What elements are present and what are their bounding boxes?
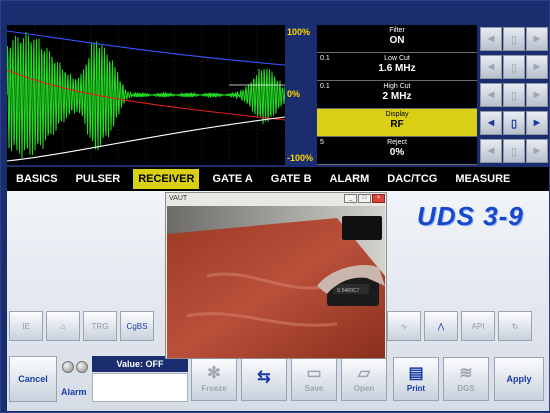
cancel-button[interactable]: Cancel (9, 356, 57, 402)
swap-button[interactable]: ⇆ (241, 357, 287, 401)
save-icon: ▭ (306, 364, 322, 382)
menu-gate-a[interactable]: GATE A (207, 169, 257, 189)
rotate-icon[interactable]: ↻ (498, 311, 532, 341)
maximize-button[interactable]: □ (358, 194, 371, 203)
increase-button[interactable]: ► (526, 27, 548, 51)
vaut-video-window[interactable]: VAUT _ □ × S 5480C7 (165, 192, 387, 359)
vaut-title: VAUT (169, 195, 188, 202)
step-button[interactable]: ▯ (503, 27, 525, 51)
param-step: 5 (320, 139, 324, 146)
param-reject[interactable]: 5 Reject 0% (317, 137, 477, 165)
step-button[interactable]: ▯ (503, 83, 525, 107)
adjust-row-filter: ◄ ▯ ► (479, 25, 549, 53)
param-step: 0.1 (320, 83, 330, 90)
menu-basics[interactable]: BASICS (11, 169, 63, 189)
open-button[interactable]: ▱ Open (341, 357, 387, 401)
camera-feed: S 5480C7 (167, 206, 385, 358)
decrease-button[interactable]: ◄ (480, 139, 502, 163)
menu-dac-tcg[interactable]: DAC/TCG (382, 169, 442, 189)
menu-bar: BASICS PULSER RECEIVER GATE A GATE B ALA… (7, 167, 549, 191)
decrease-button[interactable]: ◄ (480, 111, 502, 135)
menu-measure[interactable]: MEASURE (450, 169, 515, 189)
background-device (342, 216, 382, 240)
increase-button[interactable]: ► (526, 139, 548, 163)
scale-top-label: 100% (287, 27, 311, 37)
app-window: 100% 0% -100% Filter ON 0.1 Low Cut 1.6 … (0, 0, 550, 413)
freeze-button[interactable]: ✻ Freeze (191, 357, 237, 401)
step-button[interactable]: ▯ (503, 139, 525, 163)
minimize-button[interactable]: _ (344, 194, 357, 203)
increase-button[interactable]: ► (526, 111, 548, 135)
save-label: Save (304, 383, 324, 393)
alarm-led-2 (76, 361, 88, 373)
snowflake-icon: ✻ (207, 364, 221, 382)
waveform-icon[interactable]: ∿ (387, 311, 421, 341)
decrease-button[interactable]: ◄ (480, 55, 502, 79)
scale-bottom-label: -100% (287, 153, 314, 163)
decrease-button[interactable]: ◄ (480, 27, 502, 51)
alarm-label: Alarm (61, 387, 87, 397)
ie-button[interactable]: IE (9, 311, 43, 341)
freeze-label: Freeze (201, 383, 227, 393)
print-button[interactable]: ▤ Print (393, 357, 439, 401)
close-button[interactable]: × (372, 194, 385, 203)
api-button[interactable]: API (461, 311, 495, 341)
param-label: Reject (387, 139, 407, 146)
parameter-panel: Filter ON 0.1 Low Cut 1.6 MHz 0.1 High C… (317, 25, 477, 165)
ascan-display[interactable] (7, 25, 285, 165)
scale-mid-label: 0% (287, 89, 301, 99)
apply-button[interactable]: Apply (494, 357, 544, 401)
product-logo: UDS 3-9 (417, 201, 524, 231)
dgs-label: DGS (457, 383, 475, 393)
param-label: Display (385, 111, 409, 118)
step-button[interactable]: ▯ (503, 55, 525, 79)
folder-icon: ▱ (357, 364, 371, 382)
param-high-cut[interactable]: 0.1 High Cut 2 MHz (317, 81, 477, 109)
adjust-row-display: ◄ ▯ ► (479, 109, 549, 137)
menu-pulser[interactable]: PULSER (71, 169, 126, 189)
increase-button[interactable]: ► (526, 83, 548, 107)
param-adjust-buttons: ◄ ▯ ► ◄ ▯ ► ◄ ▯ ► ◄ ▯ ► ◄ ▯ ► (479, 25, 549, 165)
param-label: Low Cut (384, 55, 410, 62)
print-label: Print (406, 383, 426, 393)
step-button[interactable]: ▯ (503, 111, 525, 135)
param-label: Filter (389, 27, 405, 34)
adjust-row-reject: ◄ ▯ ► (479, 137, 549, 165)
param-value: ON (389, 35, 405, 46)
trg-button[interactable]: TRG (83, 311, 117, 341)
param-filter[interactable]: Filter ON (317, 25, 477, 53)
alarm-led-1 (62, 361, 74, 373)
dgs-icon: ≋ (459, 364, 473, 382)
param-low-cut[interactable]: 0.1 Low Cut 1.6 MHz (317, 53, 477, 81)
probe-icon[interactable]: ⌂ (46, 311, 80, 341)
decrease-button[interactable]: ◄ (480, 83, 502, 107)
angle-beam-icon[interactable]: ⋀ (424, 311, 458, 341)
param-display[interactable]: Display RF (317, 109, 477, 137)
param-value: 2 MHz (382, 91, 412, 102)
param-step: 0.1 (320, 55, 330, 62)
camera-image: S 5480C7 (167, 206, 385, 358)
adjust-row-low-cut: ◄ ▯ ► (479, 53, 549, 81)
menu-receiver[interactable]: RECEIVER (133, 169, 200, 189)
value-field[interactable] (92, 373, 188, 402)
increase-button[interactable]: ► (526, 55, 548, 79)
cgbs-button[interactable]: CgBS (120, 311, 154, 341)
menu-gate-b[interactable]: GATE B (266, 169, 317, 189)
ascan-svg (7, 25, 285, 165)
dgs-button[interactable]: ≋ DGS (443, 357, 489, 401)
param-value: 0% (389, 147, 405, 158)
param-value: RF (390, 119, 404, 130)
swap-arrows-icon: ⇆ (257, 369, 271, 386)
open-label: Open (353, 383, 375, 393)
device-label: S 5480C7 (337, 288, 359, 294)
adjust-row-high-cut: ◄ ▯ ► (479, 81, 549, 109)
save-button[interactable]: ▭ Save (291, 357, 337, 401)
menu-alarm[interactable]: ALARM (325, 169, 375, 189)
param-label: High Cut (383, 83, 411, 90)
param-value: 1.6 MHz (378, 63, 416, 74)
printer-icon: ▤ (408, 364, 424, 382)
